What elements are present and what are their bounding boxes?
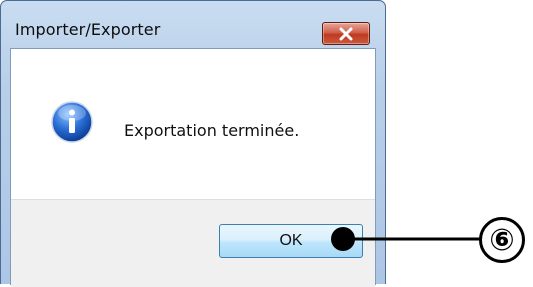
dialog-body: Exportation terminée. OK: [10, 48, 376, 287]
message-area: Exportation terminée.: [11, 49, 375, 199]
button-area: OK: [11, 199, 375, 287]
close-button[interactable]: [322, 22, 370, 45]
ok-button[interactable]: OK: [219, 224, 363, 258]
info-icon: [51, 101, 93, 143]
window-title: Importer/Exporter: [15, 20, 161, 39]
callout-number: ⑥: [479, 217, 525, 263]
dialog-window: Importer/Exporter Exportation terminée. …: [0, 0, 386, 287]
title-bar[interactable]: Importer/Exporter: [1, 1, 385, 47]
message-text: Exportation terminée.: [124, 121, 300, 140]
close-icon: [339, 27, 353, 41]
